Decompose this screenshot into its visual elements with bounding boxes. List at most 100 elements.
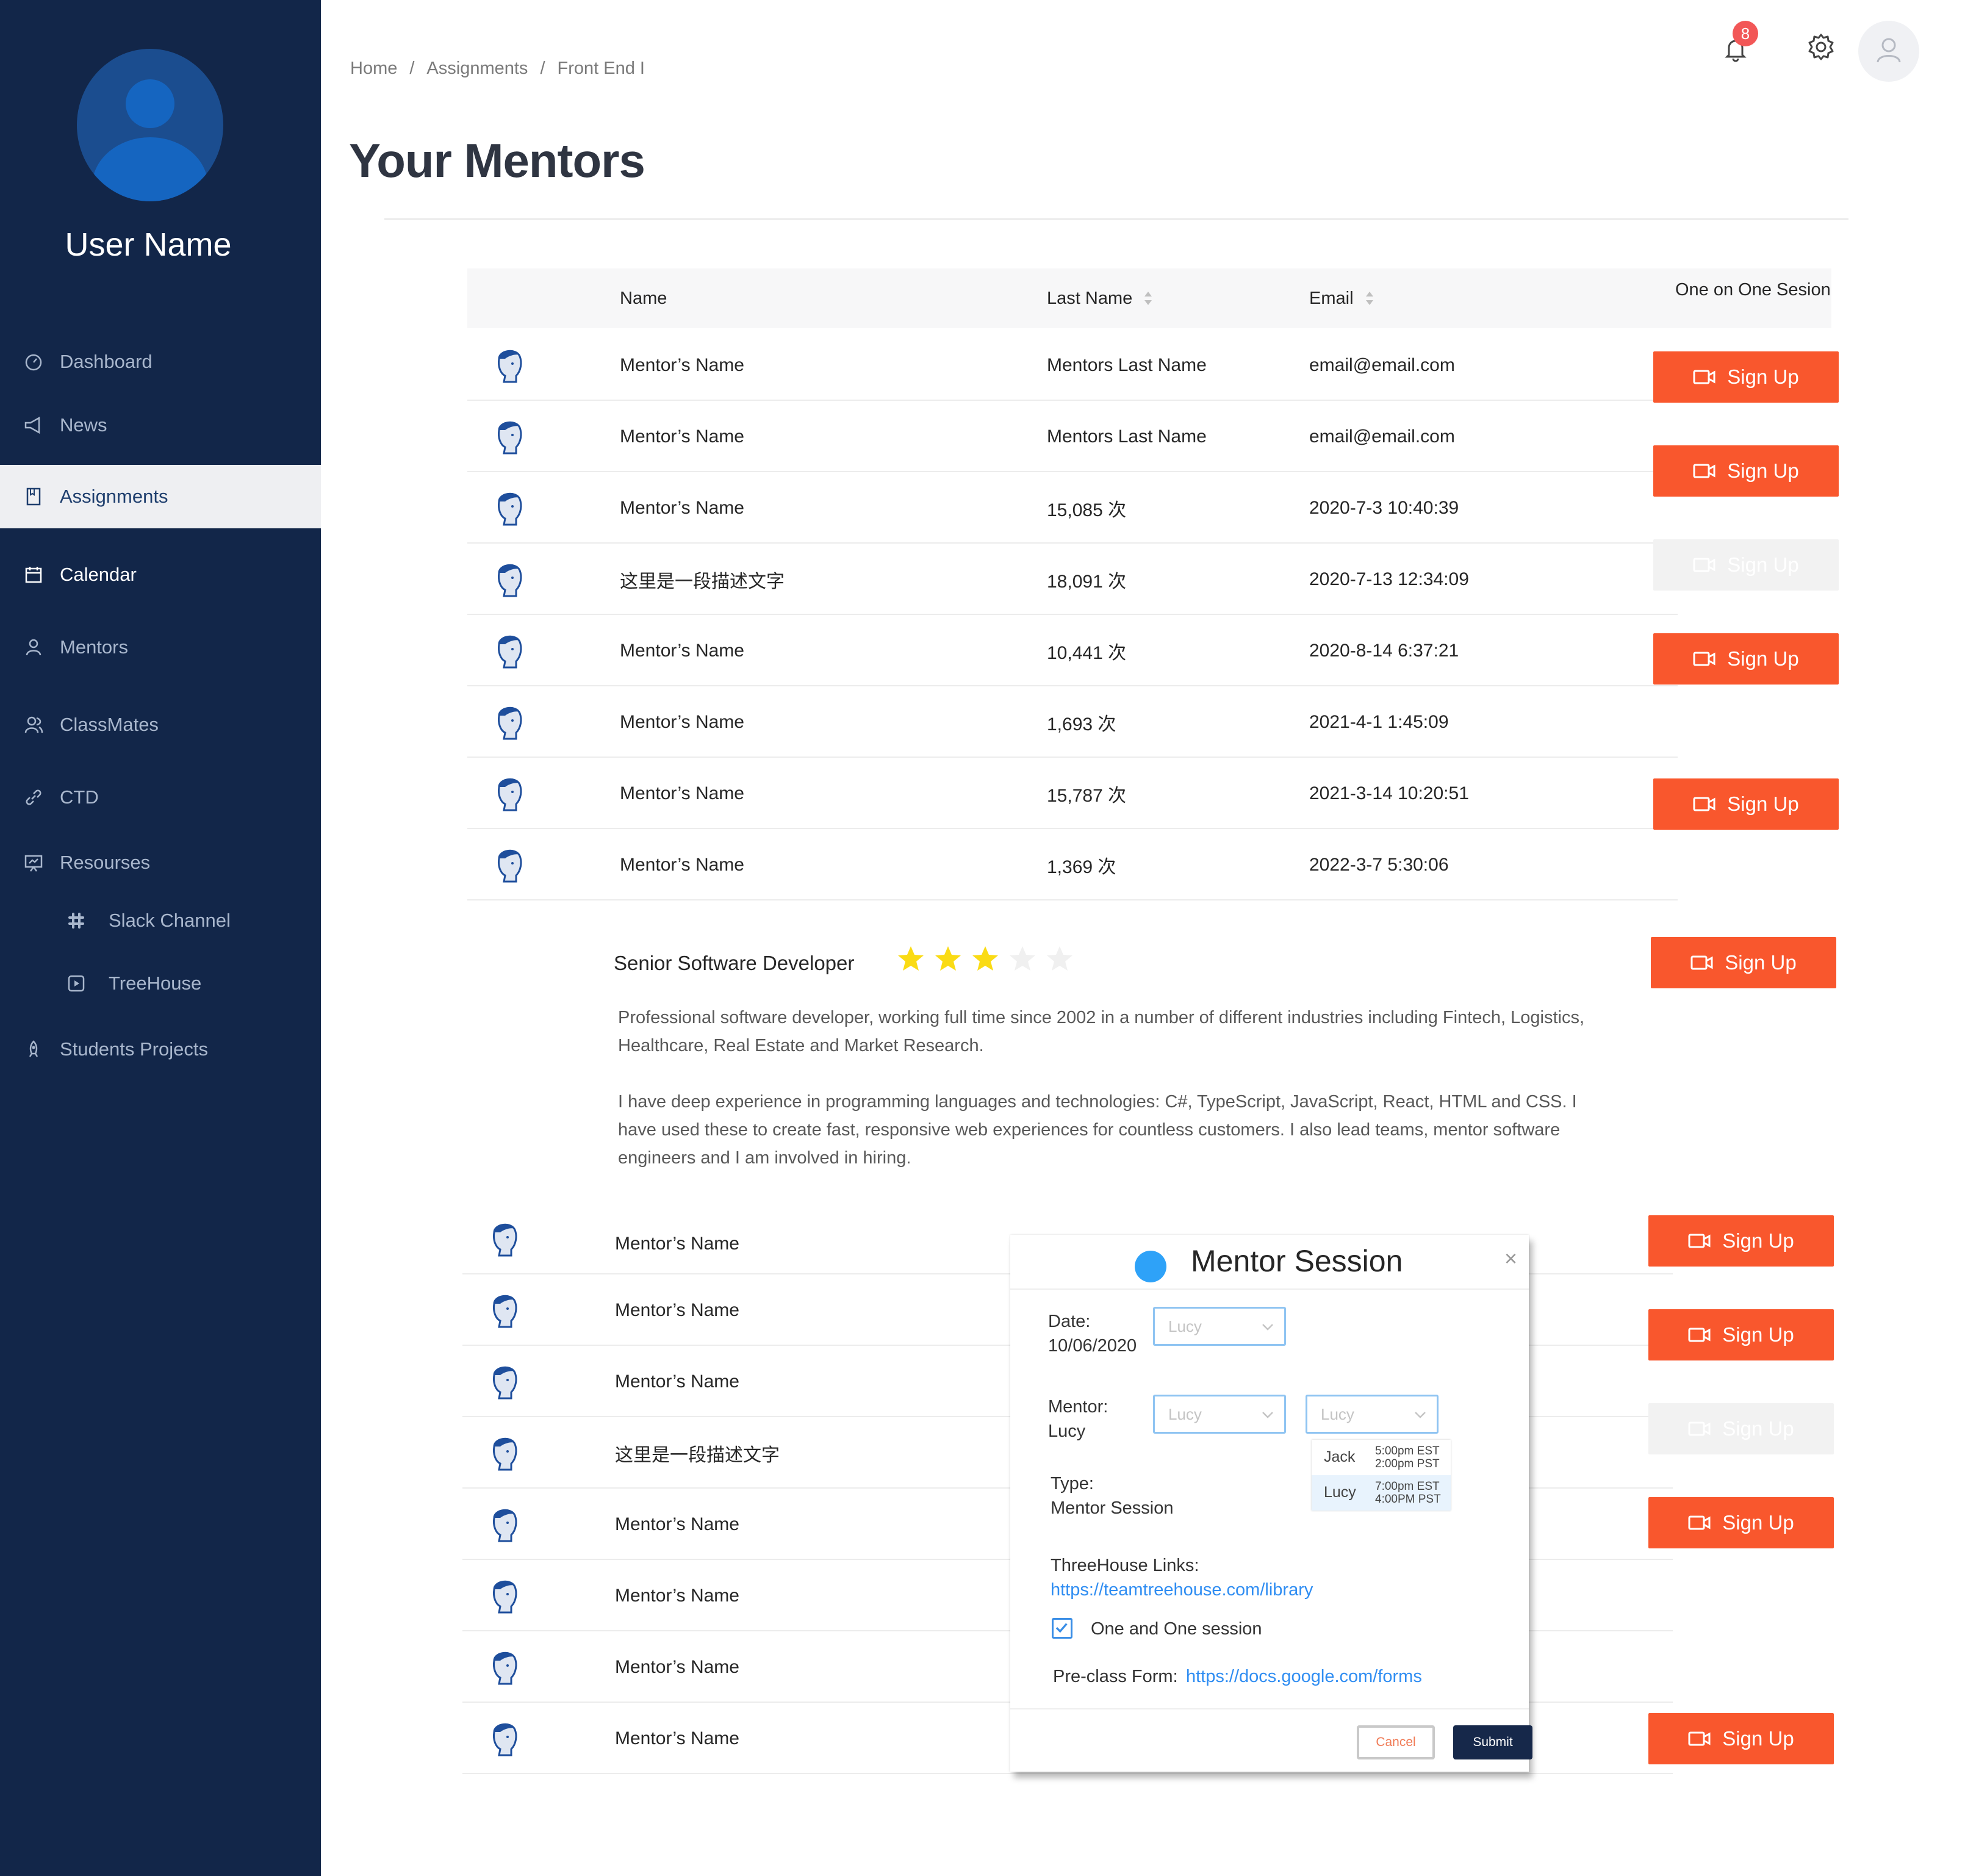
sign-up-button[interactable]: Sign Up: [1648, 1497, 1834, 1548]
sidebar-item-label: News: [60, 414, 107, 436]
treehouse-link[interactable]: https://teamtreehouse.com/library: [1051, 1578, 1313, 1602]
option-times: 5:00pm EST 2:00pm PST: [1375, 1445, 1440, 1470]
mentor-avatar: [493, 1723, 517, 1756]
type-label: Type:: [1051, 1474, 1094, 1493]
star-filled-icon[interactable]: [934, 944, 962, 972]
sort-icon[interactable]: [1143, 290, 1153, 306]
table-header: Name Last Name Email One on One Sesion: [467, 268, 1831, 328]
sign-up-label: Sign Up: [1727, 553, 1799, 576]
mentor-avatar: [498, 421, 522, 455]
date-select[interactable]: Lucy: [1153, 1307, 1286, 1346]
mentor-avatar: [498, 778, 522, 811]
dropdown-option[interactable]: Jack 5:00pm EST 2:00pm PST: [1312, 1440, 1451, 1475]
sign-up-button[interactable]: Sign Up: [1653, 445, 1839, 497]
star-filled-icon[interactable]: [971, 944, 999, 972]
sidebar-item-assignments[interactable]: Assignments: [0, 465, 321, 528]
submit-button[interactable]: Submit: [1453, 1725, 1532, 1759]
sign-up-button[interactable]: Sign Up: [1648, 1713, 1834, 1764]
column-email[interactable]: Email: [1309, 268, 1374, 328]
type-value: Mentor Session: [1051, 1498, 1174, 1518]
video-camera-icon: [1693, 370, 1715, 384]
status-dot-icon: [1135, 1251, 1166, 1282]
video-camera-icon: [1688, 1421, 1711, 1436]
column-label: Last Name: [1047, 288, 1133, 308]
sign-up-button[interactable]: Sign Up: [1653, 778, 1839, 830]
preclass-form-link[interactable]: https://docs.google.com/forms: [1186, 1664, 1422, 1689]
star-empty-icon[interactable]: [1008, 944, 1036, 972]
mentor-avatar: [493, 1295, 517, 1328]
sidebar-item-label: Mentors: [60, 636, 128, 658]
video-camera-icon: [1693, 797, 1715, 811]
table-row: Mentor’s Name 1,369 次 2022-3-7 5:30:06: [467, 829, 1678, 900]
star-rating[interactable]: [897, 944, 1074, 972]
dropdown-option-selected[interactable]: Lucy 7:00pm EST 4:00PM PST: [1312, 1475, 1451, 1511]
breadcrumb-separator: /: [540, 59, 545, 78]
breadcrumb-current: Front End I: [557, 59, 645, 78]
table-row: Mentor’s Name 10,441 次 2020-8-14 6:37:21: [467, 615, 1678, 686]
breadcrumb-home[interactable]: Home: [350, 59, 397, 79]
star-empty-icon[interactable]: [1046, 944, 1074, 972]
notification-badge: 8: [1733, 21, 1758, 46]
mentor-name: Mentor’s Name: [620, 426, 744, 447]
sidebar-item-students-projects[interactable]: Students Projects: [0, 1018, 321, 1081]
sign-up-button[interactable]: Sign Up: [1653, 633, 1839, 685]
sidebar-item-dashboard[interactable]: Dashboard: [0, 330, 321, 394]
megaphone-icon: [23, 415, 44, 436]
sidebar-item-classmates[interactable]: ClassMates: [0, 693, 321, 757]
mentor-name: Mentor’s Name: [620, 854, 744, 875]
option-time-pst: 2:00pm PST: [1375, 1457, 1440, 1470]
column-session: One on One Sesion: [1675, 279, 1831, 300]
mentor-date: 2021-4-1 1:45:09: [1309, 711, 1449, 732]
one-on-one-checkbox[interactable]: [1052, 1618, 1072, 1639]
sign-up-button[interactable]: Sign Up: [1648, 1309, 1834, 1360]
cancel-button[interactable]: Cancel: [1357, 1725, 1435, 1759]
mentor-email: email@email.com: [1309, 354, 1455, 375]
sidebar-item-news[interactable]: News: [0, 394, 321, 457]
user-icon: [92, 79, 208, 201]
sidebar-item-ctd[interactable]: CTD: [0, 766, 321, 829]
star-filled-icon[interactable]: [897, 944, 925, 972]
sidebar-item-treehouse[interactable]: TreeHouse: [0, 952, 321, 1015]
video-camera-icon: [1693, 558, 1715, 572]
select-value: Lucy: [1168, 1317, 1202, 1335]
mentor-avatar: [493, 1651, 517, 1685]
column-last-name[interactable]: Last Name: [1047, 268, 1153, 328]
time-select[interactable]: Lucy: [1306, 1395, 1439, 1434]
mentor-count: 18,091 次: [1047, 571, 1127, 592]
sidebar-item-resourses[interactable]: Resourses: [0, 831, 321, 894]
sidebar-item-slack-channel[interactable]: Slack Channel: [0, 889, 321, 952]
sign-up-label: Sign Up: [1722, 1511, 1794, 1534]
sign-up-button-disabled: Sign Up: [1653, 539, 1839, 591]
mentor-name: 这里是一段描述文字: [620, 571, 785, 592]
mentor-name: Mentor’s Name: [620, 640, 744, 661]
mentor-avatar: [498, 492, 522, 526]
sign-up-label: Sign Up: [1725, 951, 1797, 974]
mentor-name: Mentor’s Name: [615, 1233, 739, 1254]
avatar: [77, 49, 223, 201]
mentor-name: Mentor’s Name: [615, 1299, 739, 1320]
sort-icon[interactable]: [1365, 290, 1374, 306]
sign-up-button[interactable]: Sign Up: [1648, 1215, 1834, 1267]
presentation-icon: [23, 852, 44, 873]
mentor-date: 2022-3-7 5:30:06: [1309, 854, 1449, 875]
user-name: User Name: [65, 226, 232, 263]
column-label: Email: [1309, 288, 1354, 308]
mentor-avatar: [493, 1366, 517, 1400]
sign-up-label: Sign Up: [1727, 459, 1799, 482]
close-icon[interactable]: ×: [1504, 1246, 1517, 1271]
mentor-select[interactable]: Lucy: [1153, 1395, 1286, 1434]
chevron-down-icon: [1262, 1324, 1273, 1331]
sign-up-button[interactable]: Sign Up: [1651, 937, 1836, 988]
mentor-name: Mentor’s Name: [615, 1371, 739, 1392]
breadcrumb-assignments[interactable]: Assignments: [426, 59, 528, 79]
user-menu[interactable]: [1858, 21, 1919, 82]
sidebar-item-calendar[interactable]: Calendar: [0, 543, 321, 606]
mentor-value: Lucy: [1048, 1421, 1086, 1441]
gear-icon[interactable]: [1806, 32, 1836, 62]
sign-up-button[interactable]: Sign Up: [1653, 351, 1839, 403]
sidebar-item-mentors[interactable]: Mentors: [0, 616, 321, 679]
mentor-avatar: [493, 1437, 517, 1471]
select-value: Lucy: [1321, 1405, 1354, 1423]
option-time-est: 5:00pm EST: [1375, 1445, 1440, 1457]
sidebar-item-label: Dashboard: [60, 351, 153, 372]
